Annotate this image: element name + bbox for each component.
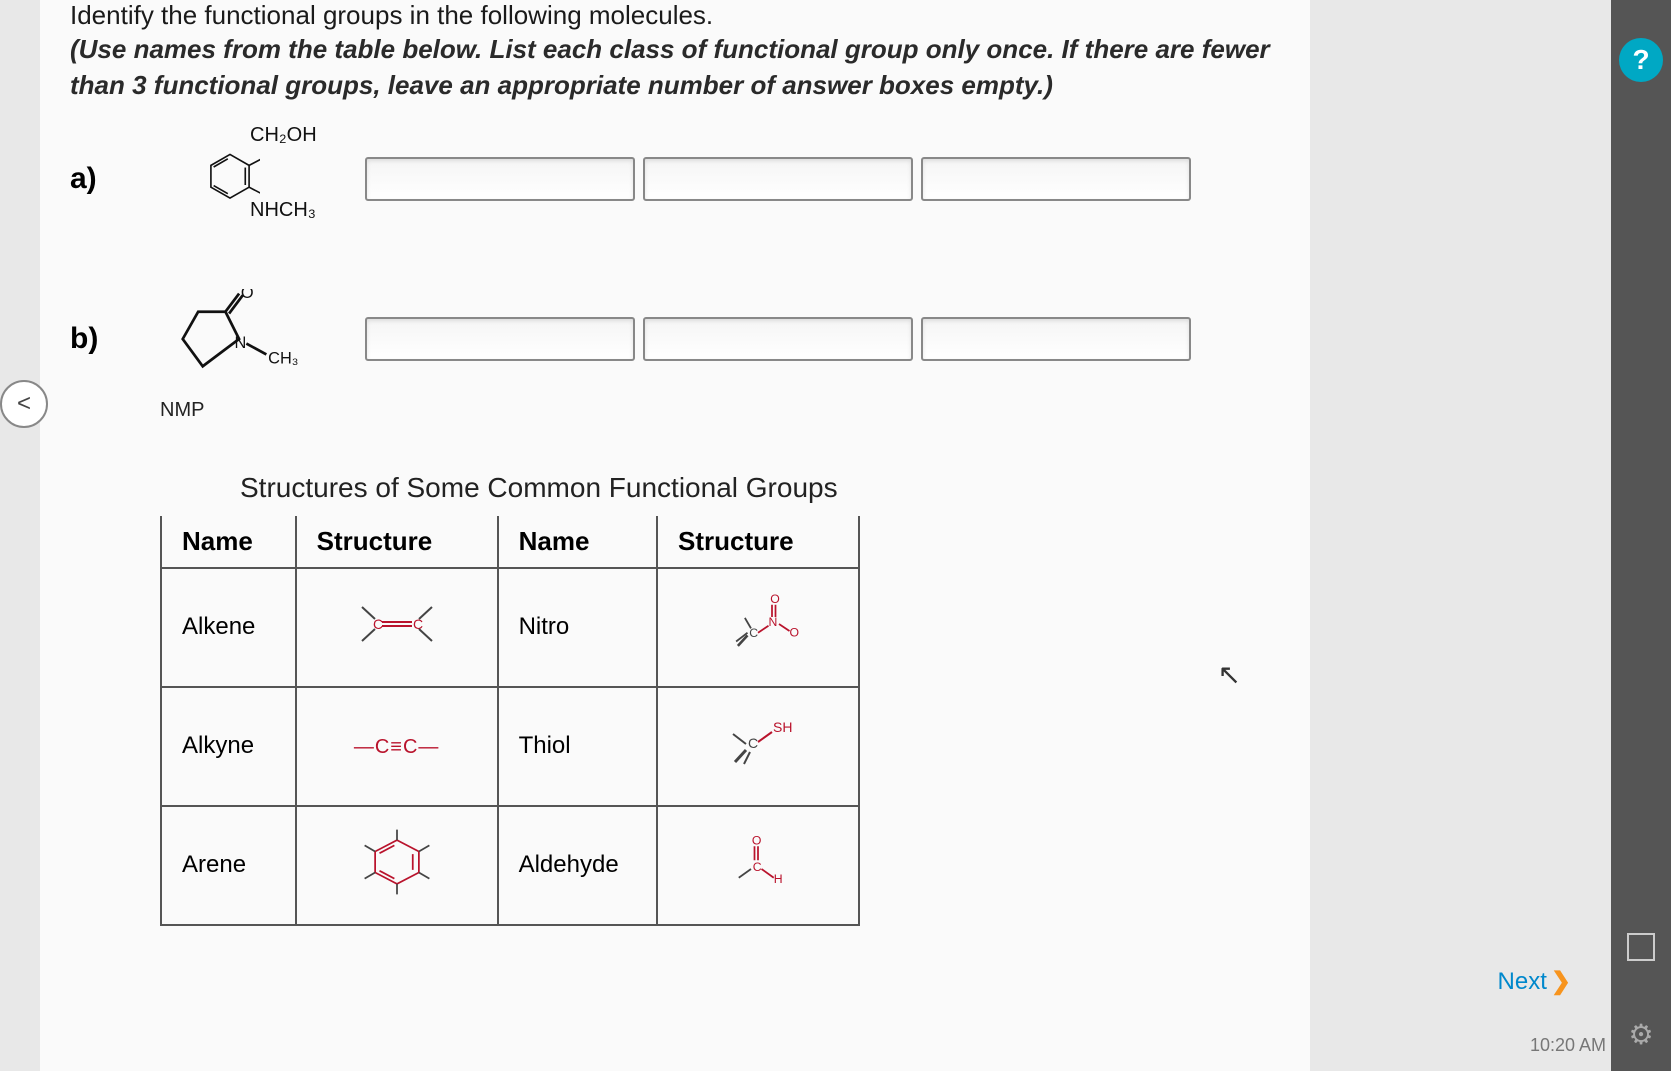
- thiol-name: Thiol: [498, 687, 657, 806]
- help-icon: ?: [1632, 44, 1649, 76]
- part-b-input-3[interactable]: [921, 317, 1191, 361]
- chevron-left-icon: <: [17, 390, 31, 418]
- molecule-b: O N CH₃: [125, 274, 335, 404]
- thiol-structure: C SH: [657, 687, 859, 806]
- svg-text:O: O: [752, 833, 762, 847]
- table-header-row: Name Structure Name Structure: [161, 516, 859, 568]
- svg-text:H: H: [774, 872, 783, 886]
- chevron-right-icon: ❯: [1551, 967, 1571, 996]
- molecule-a: CH₂OH NHCH₃: [125, 114, 335, 244]
- alkyne-structure: —C≡C—: [296, 687, 498, 806]
- functional-groups-table: Name Structure Name Structure Alkene C C: [160, 516, 860, 926]
- right-sidebar: ? ⚙: [1611, 0, 1671, 1071]
- question-title: Identify the functional groups in the fo…: [70, 0, 1280, 31]
- header-name-1: Name: [161, 516, 296, 568]
- next-label: Next: [1498, 968, 1547, 996]
- part-a-input-2[interactable]: [643, 157, 913, 201]
- part-a-input-3[interactable]: [921, 157, 1191, 201]
- alkene-name: Alkene: [161, 568, 296, 687]
- expand-button[interactable]: [1627, 933, 1655, 961]
- svg-text:SH: SH: [773, 719, 792, 735]
- oxygen-label: O: [241, 289, 254, 302]
- svg-text:C: C: [753, 860, 762, 874]
- ch2oh-label: CH₂OH: [250, 124, 317, 147]
- part-a-answers: [365, 157, 1191, 201]
- svg-text:C: C: [413, 616, 423, 632]
- part-b-row: b) O N CH₃: [70, 274, 1280, 404]
- aldehyde-icon: C O H: [708, 827, 808, 897]
- header-structure-1: Structure: [296, 516, 498, 568]
- table-row: Alkene C C Nitro: [161, 568, 859, 687]
- part-b-label: b): [70, 322, 125, 356]
- functional-groups-table-section: Structures of Some Common Functional Gro…: [160, 472, 1280, 926]
- alkene-icon: C C: [347, 589, 447, 659]
- aldehyde-structure: C O H: [657, 806, 859, 925]
- main-content: Identify the functional groups in the fo…: [40, 0, 1310, 1071]
- settings-button[interactable]: ⚙: [1628, 1018, 1653, 1051]
- nitro-name: Nitro: [498, 568, 657, 687]
- svg-text:O: O: [770, 592, 780, 606]
- alkyne-icon: —C≡C—: [354, 736, 440, 758]
- question-instruction: (Use names from the table below. List ea…: [70, 31, 1280, 104]
- part-b-input-2[interactable]: [643, 317, 913, 361]
- aldehyde-name: Aldehyde: [498, 806, 657, 925]
- header-structure-2: Structure: [657, 516, 859, 568]
- svg-text:C: C: [748, 735, 758, 751]
- arene-icon: [347, 827, 447, 897]
- table-row: Arene: [161, 806, 859, 925]
- part-a-row: a) CH₂OH NHCH₃: [70, 114, 1280, 244]
- alkyne-name: Alkyne: [161, 687, 296, 806]
- svg-text:O: O: [790, 625, 800, 639]
- part-b-answers: [365, 317, 1191, 361]
- next-button[interactable]: Next ❯: [1498, 967, 1571, 996]
- clock-time: 10:20 AM: [1530, 1035, 1606, 1056]
- prev-button[interactable]: <: [0, 380, 48, 428]
- thiol-icon: C SH: [708, 708, 808, 778]
- table-row: Alkyne —C≡C— Thiol C SH: [161, 687, 859, 806]
- nitro-structure: C N O O: [657, 568, 859, 687]
- nmp-structure-icon: O N CH₃: [160, 289, 300, 389]
- nhch3-label: NHCH₃: [250, 199, 316, 222]
- part-a-input-1[interactable]: [365, 157, 635, 201]
- arene-structure: [296, 806, 498, 925]
- arene-name: Arene: [161, 806, 296, 925]
- ch3-label: CH₃: [268, 349, 298, 367]
- header-name-2: Name: [498, 516, 657, 568]
- cursor-icon: ↖: [1218, 658, 1241, 691]
- nitro-icon: C N O O: [708, 589, 808, 659]
- alkene-structure: C C: [296, 568, 498, 687]
- part-b-input-1[interactable]: [365, 317, 635, 361]
- svg-text:N: N: [235, 334, 247, 352]
- part-a-label: a): [70, 162, 125, 196]
- table-title: Structures of Some Common Functional Gro…: [240, 472, 1280, 504]
- help-button[interactable]: ?: [1619, 38, 1663, 82]
